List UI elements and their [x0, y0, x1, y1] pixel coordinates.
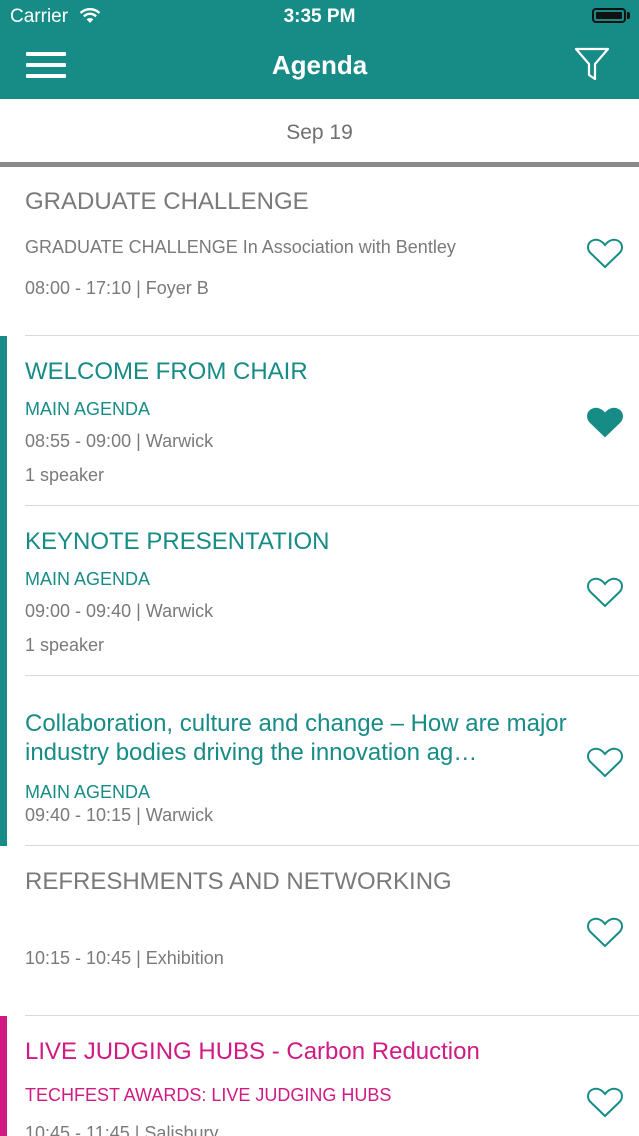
heart-outline-icon[interactable]	[586, 745, 624, 779]
battery-tip	[627, 12, 630, 19]
track-color-bar	[0, 336, 7, 506]
session-track: GRADUATE CHALLENGE In Association with B…	[25, 237, 456, 257]
session-track: TECHFEST AWARDS: LIVE JUDGING HUBS	[25, 1085, 392, 1105]
session-time-location: 10:15 - 10:45 | Exhibition	[25, 948, 224, 968]
session-title: Collaboration, culture and change – How …	[25, 710, 567, 766]
page-title: Agenda	[271, 50, 368, 80]
track-color-bar	[0, 676, 7, 846]
session-time-location: 08:00 - 17:10 | Foyer B	[25, 278, 209, 298]
session-row[interactable]: GRADUATE CHALLENGE GRADUATE CHALLENGE In…	[0, 167, 639, 336]
status-time: 3:35 PM	[283, 6, 356, 27]
date-tab[interactable]: Sep 19	[0, 121, 639, 145]
session-time-location: 09:00 - 09:40 | Warwick	[25, 601, 214, 621]
heart-outline-icon[interactable]	[586, 236, 624, 270]
track-color-bar	[0, 506, 7, 676]
session-track: MAIN AGENDA	[25, 569, 151, 589]
speaker-count: 1 speaker	[25, 635, 105, 655]
session-track: MAIN AGENDA	[25, 782, 151, 802]
battery-icon	[592, 8, 626, 23]
heart-outline-icon[interactable]	[586, 915, 624, 949]
session-title: KEYNOTE PRESENTATION	[25, 528, 330, 555]
track-color-bar	[0, 1016, 7, 1136]
filter-button[interactable]	[573, 46, 611, 82]
session-title: WELCOME FROM CHAIR	[25, 358, 308, 385]
session-time-location: 09:40 - 10:15 | Warwick	[25, 805, 214, 825]
session-row[interactable]: KEYNOTE PRESENTATION MAIN AGENDA 09:00 -…	[0, 506, 639, 676]
session-row[interactable]: LIVE JUDGING HUBS - Carbon Reduction TEC…	[0, 1016, 639, 1136]
speaker-count: 1 speaker	[25, 465, 105, 485]
session-track: MAIN AGENDA	[25, 399, 151, 419]
session-title: REFRESHMENTS AND NETWORKING	[25, 868, 452, 895]
date-tab-bar: Sep 19	[0, 99, 639, 163]
session-row[interactable]: Collaboration, culture and change – How …	[0, 676, 639, 846]
app-header: Carrier 3:35 PM Agenda	[0, 0, 639, 99]
session-time-location: 08:55 - 09:00 | Warwick	[25, 431, 214, 451]
heart-filled-icon[interactable]	[586, 405, 624, 439]
heart-outline-icon[interactable]	[586, 1085, 624, 1119]
session-row[interactable]: REFRESHMENTS AND NETWORKING 10:15 - 10:4…	[0, 846, 639, 1016]
session-row[interactable]: WELCOME FROM CHAIR MAIN AGENDA 08:55 - 0…	[0, 336, 639, 506]
session-title: LIVE JUDGING HUBS - Carbon Reduction	[25, 1038, 480, 1065]
heart-outline-icon[interactable]	[586, 575, 624, 609]
status-bar: Carrier 3:35 PM	[0, 0, 639, 32]
session-title: GRADUATE CHALLENGE	[25, 188, 309, 215]
filter-funnel-icon	[574, 47, 610, 81]
session-time-location: 10:45 - 11:45 | Salisbury	[25, 1123, 219, 1136]
